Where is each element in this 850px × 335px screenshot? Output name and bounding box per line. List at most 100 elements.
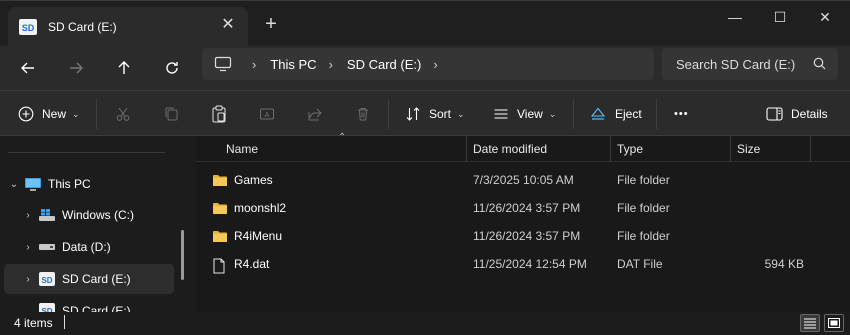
- file-type: File folder: [617, 229, 670, 243]
- chevron-right-icon[interactable]: ›: [18, 210, 38, 221]
- chevron-down-icon: ⌄: [548, 108, 557, 119]
- paste-icon[interactable]: [209, 104, 229, 124]
- folder-icon: [212, 230, 228, 243]
- nav-scrollbar[interactable]: [181, 230, 184, 280]
- sd-card-icon: SD: [38, 271, 56, 287]
- nav-item-sd-card-e-2[interactable]: SD SD Card (E:): [18, 296, 188, 312]
- sd-card-icon: SD: [18, 18, 38, 36]
- file-type: File folder: [617, 201, 670, 215]
- file-row[interactable]: Games 7/3/2025 10:05 AM File folder: [196, 166, 850, 194]
- chevron-down-icon[interactable]: ⌄: [4, 179, 24, 190]
- details-view-button[interactable]: [800, 314, 820, 332]
- file-type: DAT File: [617, 257, 663, 271]
- file-name: moonshl2: [234, 201, 287, 215]
- navigation-row: › This PC › SD Card (E:) › Search SD Car…: [0, 46, 850, 90]
- folder-icon: [212, 174, 228, 187]
- file-icon: [212, 258, 228, 273]
- tab-close-icon[interactable]: ✕: [220, 17, 236, 33]
- file-date: 11/26/2024 3:57 PM: [473, 229, 581, 243]
- rename-icon[interactable]: A: [257, 104, 277, 124]
- chevron-right-icon[interactable]: ›: [433, 57, 437, 72]
- file-size: [730, 166, 804, 194]
- maximize-button[interactable]: ☐: [765, 9, 795, 25]
- more-options-button[interactable]: •••: [674, 104, 689, 124]
- tab-sd-card[interactable]: SD SD Card (E:) ✕: [8, 7, 248, 47]
- tiles-view-button[interactable]: [824, 314, 844, 332]
- sd-card-icon: SD: [38, 302, 56, 312]
- drive-icon: [38, 239, 56, 255]
- eject-label: Eject: [615, 107, 642, 121]
- nav-item-data-d[interactable]: › Data (D:): [18, 232, 188, 262]
- column-header-name[interactable]: Name: [220, 136, 466, 162]
- view-button[interactable]: View ⌄: [493, 104, 556, 124]
- chevron-right-icon[interactable]: ›: [329, 57, 333, 72]
- tiles-view-icon: [828, 318, 840, 328]
- cut-icon[interactable]: [113, 104, 133, 124]
- toolbar-divider: [656, 99, 657, 129]
- chevron-right-icon[interactable]: ›: [252, 57, 256, 72]
- new-tab-button[interactable]: +: [262, 14, 280, 34]
- up-arrow-icon[interactable]: [112, 56, 136, 80]
- search-icon: [813, 57, 826, 73]
- column-header-size[interactable]: Size: [730, 136, 810, 162]
- close-button[interactable]: ✕: [810, 9, 840, 25]
- file-type: File folder: [617, 173, 670, 187]
- file-row[interactable]: R4.dat 11/25/2024 12:54 PM DAT File 594 …: [196, 250, 850, 278]
- new-label: New: [42, 107, 67, 121]
- file-size: 594 KB: [764, 257, 804, 271]
- details-pane-button[interactable]: Details: [766, 104, 828, 124]
- file-name-cell[interactable]: moonshl2: [212, 194, 462, 222]
- folder-icon: [212, 202, 228, 215]
- file-name-cell[interactable]: R4.dat: [212, 250, 462, 278]
- status-bar: 4 items: [0, 312, 850, 335]
- file-name-cell[interactable]: Games: [212, 166, 462, 194]
- refresh-icon[interactable]: [160, 56, 184, 80]
- forward-arrow-icon[interactable]: [64, 56, 88, 80]
- file-row[interactable]: R4iMenu 11/26/2024 3:57 PM File folder: [196, 222, 850, 250]
- address-bar[interactable]: › This PC › SD Card (E:) ›: [202, 48, 654, 80]
- file-size: [730, 194, 804, 222]
- chevron-right-icon[interactable]: ›: [18, 274, 38, 285]
- file-row[interactable]: moonshl2 11/26/2024 3:57 PM File folder: [196, 194, 850, 222]
- nav-item-this-pc[interactable]: ⌄ This PC: [4, 169, 174, 199]
- sort-icon: [405, 106, 421, 122]
- nav-item-sd-card-e[interactable]: › SD SD Card (E:): [4, 264, 174, 294]
- sort-button[interactable]: Sort ⌄: [405, 104, 465, 124]
- nav-item-windows-c[interactable]: › Windows (C:): [18, 200, 188, 230]
- column-header-spacer: [810, 136, 850, 162]
- nav-item-label: Data (D:): [62, 240, 111, 254]
- file-date: 11/25/2024 12:54 PM: [473, 257, 587, 271]
- details-pane-icon: [766, 107, 783, 121]
- navigation-pane: ⌄ This PC › Windows (C:) › Data (D:) › S…: [0, 136, 192, 312]
- nav-item-label: SD Card (E:): [62, 272, 131, 286]
- chevron-down-icon: ⌄: [457, 108, 465, 119]
- file-name-cell[interactable]: R4iMenu: [212, 222, 462, 250]
- copy-icon[interactable]: [161, 104, 181, 124]
- chevron-down-icon: ⌄: [72, 108, 80, 119]
- command-bar: New ⌄ A Sort ⌄ View ⌄ Eject ••• Details: [0, 90, 850, 136]
- file-date: 11/26/2024 3:57 PM: [473, 201, 581, 215]
- delete-icon[interactable]: [353, 104, 373, 124]
- breadcrumb-this-pc[interactable]: This PC: [270, 57, 316, 72]
- nav-divider: [8, 152, 165, 153]
- file-name: R4.dat: [234, 257, 270, 271]
- search-input[interactable]: Search SD Card (E:): [662, 48, 838, 80]
- view-label: View: [517, 107, 543, 121]
- new-button[interactable]: New ⌄: [18, 104, 80, 124]
- file-name: R4iMenu: [234, 229, 283, 243]
- plus-circle-icon: [18, 106, 34, 122]
- chevron-right-icon[interactable]: ›: [18, 242, 38, 253]
- breadcrumb-sd-card[interactable]: SD Card (E:): [347, 57, 421, 72]
- share-icon[interactable]: [305, 104, 325, 124]
- details-view-icon: [804, 318, 816, 329]
- status-divider: [64, 315, 65, 329]
- eject-icon: [590, 106, 606, 122]
- back-arrow-icon[interactable]: [16, 56, 40, 80]
- nav-item-label: SD Card (E:): [62, 304, 131, 312]
- column-header-type[interactable]: Type: [610, 136, 730, 162]
- column-header-date[interactable]: Date modified: [466, 136, 610, 162]
- eject-button[interactable]: Eject: [590, 104, 642, 124]
- monitor-icon: [24, 176, 42, 192]
- minimize-button[interactable]: —: [720, 9, 750, 25]
- column-headers: ⌃ Name Date modified Type Size: [196, 132, 850, 162]
